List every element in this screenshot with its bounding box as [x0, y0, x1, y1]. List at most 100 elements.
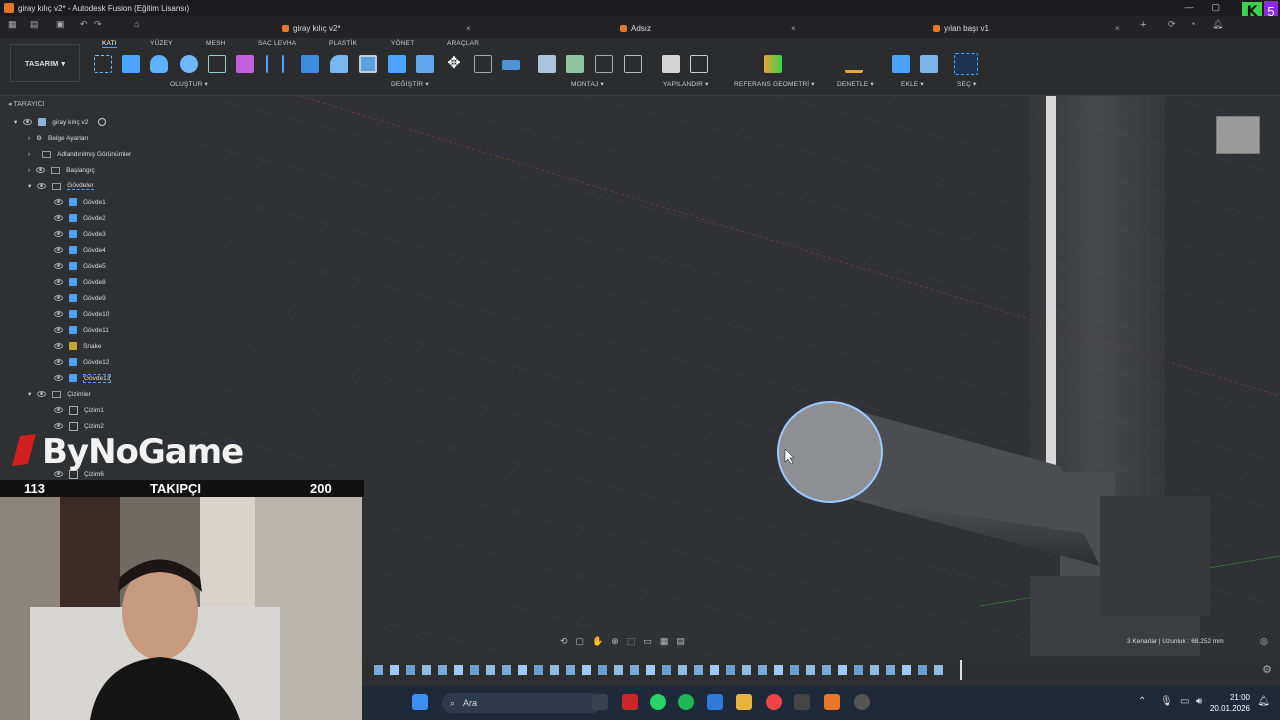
group-denetle[interactable]: DENETLE ▾ — [837, 80, 874, 88]
timeline-marker[interactable] — [960, 660, 962, 680]
timeline-feature[interactable] — [710, 665, 719, 675]
timeline-feature[interactable] — [438, 665, 447, 675]
notifications-icon[interactable]: 🔔︎ — [1212, 19, 1223, 30]
visibility-icon[interactable] — [54, 327, 63, 333]
visibility-icon[interactable] — [23, 119, 33, 125]
tab-yuzey[interactable]: YÜZEY — [150, 40, 173, 47]
microphone-icon[interactable]: 🎙︎ — [1160, 696, 1173, 707]
browser-item-govdeler[interactable]: ▾ Gövdeler — [28, 180, 94, 192]
timeline-feature[interactable] — [886, 665, 895, 675]
timeline-settings-icon[interactable]: ⚙ — [1262, 663, 1272, 676]
browser-body-item[interactable]: Gövde2 — [54, 212, 106, 224]
close-tab-icon[interactable]: × — [466, 20, 471, 36]
tray-chevron-icon[interactable]: ⌃ — [1138, 696, 1146, 707]
timeline-feature[interactable] — [790, 665, 799, 675]
timeline-feature[interactable] — [662, 665, 671, 675]
browser-body-item[interactable]: Gövde8 — [54, 276, 106, 288]
timeline-feature[interactable] — [582, 665, 591, 675]
group-olustur[interactable]: OLUŞTUR ▾ — [170, 80, 208, 88]
timeline-feature[interactable] — [806, 665, 815, 675]
browser-sketch[interactable]: Çizim1 — [54, 404, 104, 416]
visibility-icon[interactable] — [54, 295, 63, 301]
joint-origin-icon[interactable] — [624, 55, 642, 73]
taskbar-clock[interactable]: 21:00 20.01.2026 — [1210, 692, 1250, 714]
browser-item-baslangic[interactable]: › Başlangıç — [28, 164, 95, 176]
visibility-icon[interactable] — [54, 279, 63, 285]
as-built-joint-icon[interactable] — [595, 55, 613, 73]
combine-icon[interactable] — [388, 55, 406, 73]
timeline-feature[interactable] — [822, 665, 831, 675]
file-menu-icon[interactable]: ▤ — [30, 19, 39, 30]
timeline-features[interactable] — [370, 660, 970, 680]
jobs-icon[interactable]: ◔ — [1190, 19, 1195, 29]
minimize-icon[interactable]: — — [1184, 2, 1193, 13]
mail-icon[interactable] — [707, 694, 723, 710]
revolve-icon[interactable] — [150, 55, 168, 73]
timeline-feature[interactable] — [598, 665, 607, 675]
file-explorer-icon[interactable] — [736, 694, 752, 710]
tab-mesh[interactable]: MESH — [206, 40, 226, 47]
insert-icon[interactable] — [892, 55, 910, 73]
move-icon[interactable]: ✥ — [445, 55, 463, 73]
app-menu-icon[interactable]: ▦ — [8, 19, 17, 30]
pattern-icon[interactable] — [208, 55, 226, 73]
maximize-icon[interactable]: ▢ — [1211, 2, 1220, 13]
browser-body-item[interactable]: Gövde3 — [54, 228, 106, 240]
visibility-icon[interactable] — [54, 199, 63, 205]
timeline-feature[interactable] — [406, 665, 415, 675]
epic-games-icon[interactable] — [794, 694, 810, 710]
3d-viewport[interactable] — [200, 96, 1280, 656]
timeline-feature[interactable] — [694, 665, 703, 675]
new-tab-icon[interactable]: + — [1140, 19, 1146, 31]
tab-araclar[interactable]: ARAÇLAR — [447, 40, 479, 47]
browser-item-adlandirilmis-gorunumler[interactable]: › Adlandırılmış Görünümler — [28, 148, 131, 160]
group-ekle[interactable]: EKLE ▾ — [901, 80, 924, 88]
group-degistir[interactable]: DEĞİŞTİR ▾ — [391, 80, 429, 88]
press-pull-icon[interactable] — [301, 55, 319, 73]
browser-root[interactable]: ▾ giray kılıç v2 — [14, 116, 107, 128]
status-info-icon[interactable]: ◎ — [1260, 636, 1268, 647]
group-sec[interactable]: SEÇ ▾ — [957, 80, 976, 88]
timeline-feature[interactable] — [374, 665, 383, 675]
save-icon[interactable]: ▣ — [56, 19, 65, 30]
grid-settings-icon[interactable]: ▦ — [660, 636, 669, 647]
network-icon[interactable]: ▭ — [1180, 696, 1189, 707]
timeline-feature[interactable] — [854, 665, 863, 675]
browser-body-item[interactable]: Gövde5 — [54, 260, 106, 272]
visibility-icon[interactable] — [54, 375, 63, 381]
joint-icon[interactable] — [566, 55, 584, 73]
online-status-icon[interactable]: ⟳ — [1168, 19, 1176, 30]
tab-plastik[interactable]: PLASTİK — [329, 40, 357, 47]
physical-material-icon[interactable] — [502, 60, 520, 70]
timeline-feature[interactable] — [630, 665, 639, 675]
timeline-feature[interactable] — [758, 665, 767, 675]
timeline-feature[interactable] — [566, 665, 575, 675]
shell-icon[interactable] — [359, 55, 377, 73]
timeline-feature[interactable] — [678, 665, 687, 675]
zoom-icon[interactable]: ⊕ — [611, 636, 619, 647]
tab-yonet[interactable]: YÖNET — [391, 40, 414, 47]
offset-face-icon[interactable] — [416, 55, 434, 73]
timeline-feature[interactable] — [902, 665, 911, 675]
align-icon[interactable] — [474, 55, 492, 73]
whatsapp-icon[interactable] — [650, 694, 666, 710]
activate-radio-icon[interactable] — [98, 118, 107, 126]
fit-icon[interactable]: ⬚ — [627, 636, 636, 647]
viewports-icon[interactable]: ▤ — [676, 636, 685, 647]
timeline-feature[interactable] — [774, 665, 783, 675]
redo-icon[interactable]: ↷ — [94, 19, 102, 30]
notification-bell-icon[interactable]: 🔔︎ — [1257, 696, 1270, 707]
home-icon[interactable]: ⌂ — [134, 19, 139, 29]
timeline-feature[interactable] — [486, 665, 495, 675]
workspace-switcher[interactable]: TASARIM ▾ — [10, 44, 80, 82]
task-view-icon[interactable] — [592, 694, 608, 710]
timeline-feature[interactable] — [518, 665, 527, 675]
timeline-feature[interactable] — [390, 665, 399, 675]
pan-icon[interactable]: ✋ — [592, 636, 603, 647]
display-settings-icon[interactable]: ▭ — [643, 636, 652, 647]
view-cube[interactable] — [1216, 116, 1260, 154]
timeline-feature[interactable] — [502, 665, 511, 675]
browser-item-belge-ayarlari[interactable]: › ⚙ Belge Ayarları — [28, 132, 88, 144]
volume-icon[interactable]: 🔊︎ — [1196, 696, 1202, 707]
browser-body-item[interactable]: Gövde4 — [54, 244, 106, 256]
